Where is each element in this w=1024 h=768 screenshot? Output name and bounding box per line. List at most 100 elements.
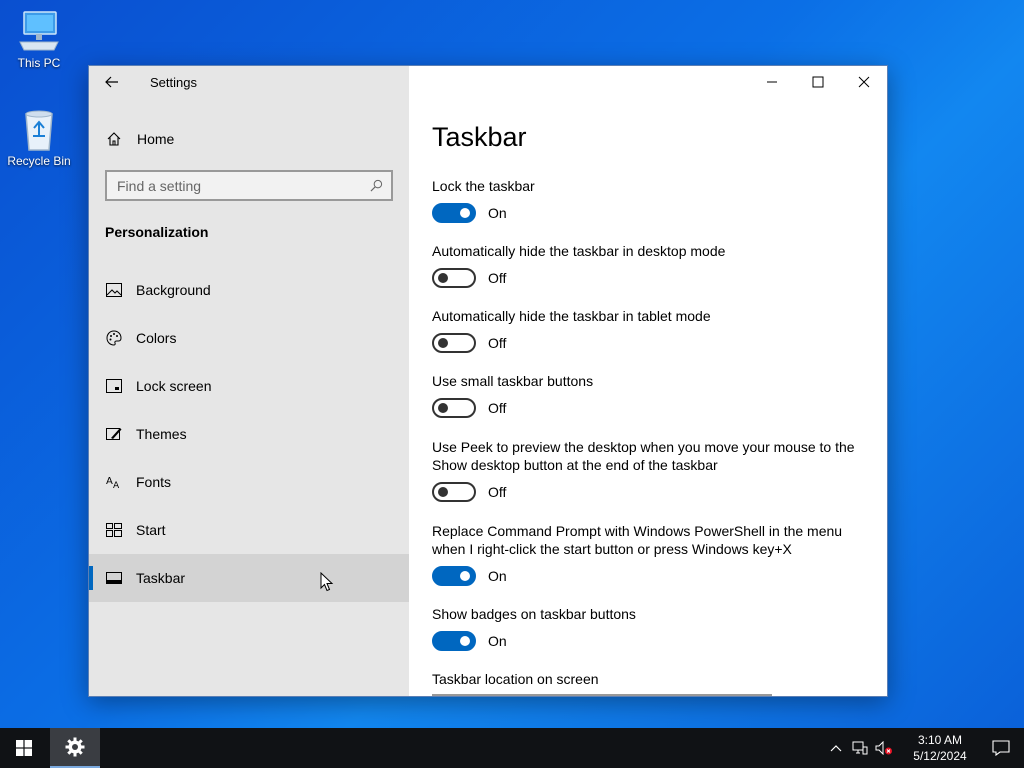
maximize-icon	[812, 76, 824, 88]
taskbar: 3:10 AM 5/12/2024	[0, 728, 1024, 768]
toggle-knob	[460, 636, 470, 646]
maximize-button[interactable]	[795, 66, 841, 98]
setting-label: Automatically hide the taskbar in tablet…	[432, 308, 711, 324]
toggle-knob	[460, 208, 470, 218]
taskbar-settings-app[interactable]	[50, 728, 100, 768]
toggle-knob	[438, 403, 448, 413]
lock-taskbar-toggle[interactable]	[432, 203, 476, 223]
sidebar-item-label: Lock screen	[136, 378, 212, 394]
peek-toggle[interactable]	[432, 482, 476, 502]
clock-time: 3:10 AM	[917, 733, 963, 747]
setting-label: Automatically hide the taskbar in deskto…	[432, 243, 726, 259]
sidebar-item-label: Start	[136, 522, 166, 538]
setting-lock-taskbar: Lock the taskbar On	[432, 177, 872, 223]
svg-text:A: A	[106, 476, 113, 487]
minimize-button[interactable]	[749, 66, 795, 98]
action-center-button[interactable]	[978, 740, 1024, 756]
title-bar: Settings	[89, 66, 409, 98]
setting-label: Use small taskbar buttons	[432, 373, 594, 389]
start-button[interactable]	[0, 728, 48, 768]
sidebar-item-fonts[interactable]: AA Fonts	[89, 458, 409, 506]
toggle-state-label: On	[488, 205, 507, 221]
desktop-icon-this-pc[interactable]: This PC	[1, 8, 77, 70]
sidebar-item-label: Taskbar	[136, 570, 186, 586]
back-button[interactable]	[89, 66, 135, 98]
taskbar-location-dropdown[interactable]	[432, 694, 772, 696]
main-content: Taskbar Lock the taskbar On Automaticall…	[409, 66, 887, 696]
sidebar-item-start[interactable]: Start	[89, 506, 409, 554]
clock[interactable]: 3:10 AM 5/12/2024	[902, 732, 978, 764]
settings-window: Settings Home Personalization Background	[88, 65, 888, 697]
toggle-state-label: On	[488, 568, 507, 584]
network-status[interactable]	[848, 741, 872, 755]
volume-status[interactable]	[872, 741, 896, 755]
toggle-state-label: Off	[488, 335, 507, 351]
palette-icon	[105, 330, 123, 346]
picture-icon	[105, 283, 123, 297]
sidebar-item-taskbar[interactable]: Taskbar	[89, 554, 409, 602]
powershell-toggle[interactable]	[432, 566, 476, 586]
toggle-state-label: On	[488, 633, 507, 649]
search-box[interactable]	[105, 170, 393, 201]
gear-icon	[65, 737, 85, 757]
sidebar-nav: Background Colors Lock screen Themes A A…	[89, 266, 409, 602]
setting-label: Show badges on taskbar buttons	[432, 606, 636, 622]
sidebar-item-themes[interactable]: Themes	[89, 410, 409, 458]
notification-icon	[992, 740, 1010, 756]
sidebar-item-label: Colors	[136, 330, 177, 346]
desktop-icon-recycle-bin[interactable]: Recycle Bin	[1, 106, 77, 168]
search-icon[interactable]	[361, 179, 391, 192]
clock-date: 5/12/2024	[913, 749, 967, 763]
computer-icon	[19, 11, 59, 51]
home-icon	[106, 131, 124, 147]
sidebar: Settings Home Personalization Background	[89, 66, 409, 696]
sidebar-item-lock-screen[interactable]: Lock screen	[89, 362, 409, 410]
desktop-icon-label: This PC	[17, 56, 61, 70]
start-icon	[105, 523, 123, 537]
volume-muted-icon	[875, 741, 892, 755]
toggle-knob	[460, 571, 470, 581]
setting-label: Lock the taskbar	[432, 178, 535, 194]
themes-icon	[105, 426, 123, 442]
small-buttons-toggle[interactable]	[432, 398, 476, 418]
sidebar-item-label: Fonts	[136, 474, 172, 490]
setting-badges: Show badges on taskbar buttons On	[432, 605, 872, 651]
system-tray: 3:10 AM 5/12/2024	[824, 728, 1024, 768]
sidebar-item-label: Background	[136, 282, 211, 298]
minimize-icon	[767, 81, 777, 83]
setting-label: Use Peek to preview the desktop when you…	[432, 439, 855, 473]
toggle-state-label: Off	[488, 270, 507, 286]
show-hidden-icons-button[interactable]	[824, 744, 848, 752]
taskbar-icon	[105, 572, 123, 584]
toggle-knob	[438, 338, 448, 348]
section-heading: Personalization	[105, 224, 209, 240]
back-arrow-icon	[105, 76, 118, 88]
toggle-knob	[438, 487, 448, 497]
close-button[interactable]	[841, 66, 887, 98]
mouse-cursor-icon	[320, 572, 334, 592]
sidebar-item-colors[interactable]: Colors	[89, 314, 409, 362]
chevron-up-icon	[830, 745, 842, 752]
setting-label: Replace Command Prompt with Windows Powe…	[432, 523, 843, 557]
sidebar-home[interactable]: Home	[89, 124, 409, 154]
setting-location: Taskbar location on screen	[432, 670, 872, 688]
lock-screen-icon	[105, 379, 123, 393]
toggle-state-label: Off	[488, 400, 507, 416]
recycle-bin-icon	[25, 110, 53, 151]
setting-small-buttons: Use small taskbar buttons Off	[432, 372, 872, 418]
badges-toggle[interactable]	[432, 631, 476, 651]
setting-label: Taskbar location on screen	[432, 671, 599, 687]
setting-autohide-tablet: Automatically hide the taskbar in tablet…	[432, 307, 872, 353]
setting-autohide-desktop: Automatically hide the taskbar in deskto…	[432, 242, 872, 288]
svg-text:A: A	[113, 481, 120, 490]
windows-logo-icon	[16, 740, 32, 756]
search-input[interactable]	[117, 177, 361, 194]
window-title: Settings	[150, 74, 197, 90]
autohide-desktop-toggle[interactable]	[432, 268, 476, 288]
sidebar-item-background[interactable]: Background	[89, 266, 409, 314]
close-icon	[858, 76, 870, 88]
setting-powershell: Replace Command Prompt with Windows Powe…	[432, 522, 872, 586]
autohide-tablet-toggle[interactable]	[432, 333, 476, 353]
fonts-icon: AA	[105, 474, 123, 490]
page-title: Taskbar	[432, 122, 527, 152]
